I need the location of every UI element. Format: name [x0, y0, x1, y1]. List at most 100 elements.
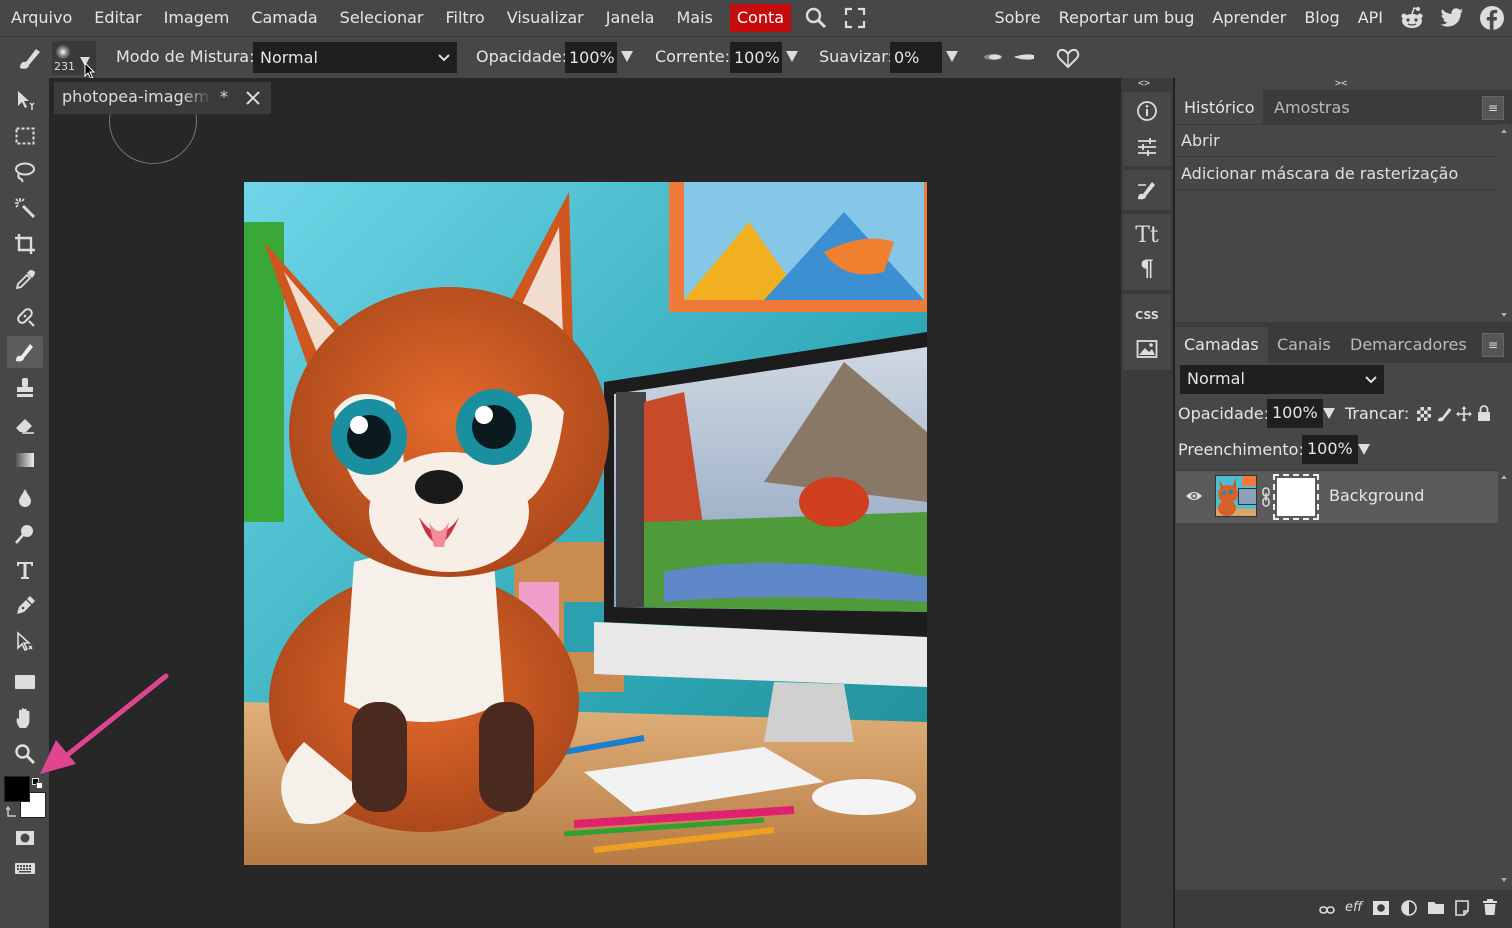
fill-dropdown-icon[interactable]: [1358, 444, 1370, 455]
paragraph-icon[interactable]: ¶: [1123, 252, 1171, 286]
healing-brush-tool-icon[interactable]: [7, 300, 43, 332]
flow-dropdown-icon[interactable]: [786, 51, 798, 62]
menu-reportar-bug[interactable]: Reportar um bug: [1050, 0, 1204, 36]
lock-position-icon[interactable]: [1456, 406, 1472, 426]
facebook-icon[interactable]: [1479, 5, 1505, 31]
magic-wand-tool-icon[interactable]: [7, 192, 43, 224]
document-tab[interactable]: photopea-imagem-e *: [54, 82, 271, 114]
blend-mode-select[interactable]: Normal: [253, 42, 457, 73]
css-icon[interactable]: CSS: [1123, 298, 1171, 332]
menu-janela[interactable]: Janela: [595, 0, 666, 36]
smooth-value: 0%: [894, 48, 920, 67]
new-group-icon[interactable]: [1427, 900, 1445, 919]
foreground-color-swatch[interactable]: [4, 776, 30, 802]
tab-camadas[interactable]: Camadas: [1175, 327, 1268, 363]
tab-amostras[interactable]: Amostras: [1265, 90, 1359, 126]
menu-imagem[interactable]: Imagem: [153, 0, 241, 36]
layers-panel-tabs: Camadas Canais Demarcadores ≡: [1175, 327, 1512, 363]
mask-link-icon[interactable]: [1261, 487, 1271, 511]
adjustment-layer-icon[interactable]: [1401, 900, 1417, 920]
pressure-size-icon[interactable]: [1012, 49, 1036, 69]
layer-thumbnail[interactable]: [1215, 475, 1257, 517]
adjustments-icon[interactable]: [1123, 130, 1171, 164]
clone-stamp-tool-icon[interactable]: [7, 372, 43, 404]
twitter-icon[interactable]: [1439, 5, 1465, 31]
fill-input[interactable]: 100%: [1302, 435, 1358, 464]
layer-name[interactable]: Background: [1329, 486, 1424, 505]
pen-tool-icon[interactable]: [7, 590, 43, 622]
layer-blend-value: Normal: [1187, 369, 1245, 388]
history-entry[interactable]: Abrir: [1176, 125, 1497, 157]
swap-colors-icon[interactable]: [5, 804, 18, 817]
icon-group-brush: [1123, 170, 1171, 210]
symmetry-heart-icon[interactable]: [1056, 46, 1080, 74]
menu-mais[interactable]: Mais: [665, 0, 723, 36]
smooth-input[interactable]: 0%: [890, 42, 942, 73]
layer-opacity-input[interactable]: 100%: [1267, 399, 1323, 428]
link-layers-icon[interactable]: [1319, 902, 1335, 920]
collapse-right-panel-icon[interactable]: ><: [1335, 78, 1347, 89]
marquee-tool-icon[interactable]: [7, 120, 43, 152]
brush-tool-icon[interactable]: [7, 336, 43, 368]
eye-icon[interactable]: [1185, 489, 1203, 507]
collapse-panels-icon[interactable]: <>: [1138, 78, 1150, 89]
layers-scrollbar[interactable]: [1498, 470, 1510, 888]
menu-filtro[interactable]: Filtro: [435, 0, 496, 36]
lock-transparency-icon[interactable]: [1417, 407, 1431, 425]
eyedropper-tool-icon[interactable]: [7, 264, 43, 296]
menu-editar[interactable]: Editar: [83, 0, 152, 36]
type-tool-icon[interactable]: [7, 554, 43, 586]
tab-demarcadores[interactable]: Demarcadores: [1341, 327, 1476, 363]
eraser-tool-icon[interactable]: [7, 408, 43, 440]
path-selection-tool-icon[interactable]: [7, 626, 43, 658]
layer-effects-icon[interactable]: eff: [1345, 900, 1362, 915]
reddit-icon[interactable]: [1399, 5, 1425, 31]
lock-all-icon[interactable]: [1477, 405, 1491, 426]
lasso-tool-icon[interactable]: [7, 156, 43, 188]
close-icon[interactable]: [245, 90, 261, 110]
dodge-tool-icon[interactable]: [7, 518, 43, 550]
menu-api[interactable]: API: [1349, 0, 1392, 36]
menu-camada[interactable]: Camada: [240, 0, 328, 36]
history-scrollbar[interactable]: [1498, 124, 1510, 322]
menu-aprender[interactable]: Aprender: [1203, 0, 1295, 36]
menu-blog[interactable]: Blog: [1295, 0, 1348, 36]
search-icon[interactable]: [805, 7, 827, 29]
canvas-image[interactable]: [244, 182, 927, 865]
layer-mask-thumbnail[interactable]: [1273, 474, 1319, 520]
delete-layer-icon[interactable]: [1482, 899, 1498, 920]
layers-panel-menu-icon[interactable]: ≡: [1482, 333, 1504, 357]
crop-tool-icon[interactable]: [7, 228, 43, 260]
layer-opacity-dropdown-icon[interactable]: [1323, 408, 1335, 419]
move-tool-icon[interactable]: [7, 84, 43, 116]
character-icon[interactable]: Tt: [1123, 218, 1171, 252]
tab-canais[interactable]: Canais: [1268, 327, 1340, 363]
smooth-dropdown-icon[interactable]: [946, 51, 958, 62]
opacity-dropdown-icon[interactable]: [621, 51, 633, 62]
account-button[interactable]: Conta: [729, 4, 792, 32]
add-mask-icon[interactable]: [1373, 901, 1389, 919]
new-layer-icon[interactable]: [1454, 900, 1470, 920]
menu-visualizar[interactable]: Visualizar: [496, 0, 595, 36]
menu-arquivo[interactable]: Arquivo: [0, 0, 83, 36]
menu-sobre[interactable]: Sobre: [985, 0, 1049, 36]
image-icon[interactable]: [1123, 332, 1171, 366]
history-panel-menu-icon[interactable]: ≡: [1482, 96, 1504, 120]
lock-pixels-icon[interactable]: [1437, 406, 1453, 426]
brush-settings-icon[interactable]: [1123, 173, 1171, 207]
lock-label: Trancar:: [1345, 404, 1410, 423]
layer-row[interactable]: Background: [1176, 471, 1498, 523]
fullscreen-icon[interactable]: [844, 7, 866, 29]
history-entry[interactable]: Adicionar máscara de rasterização: [1176, 158, 1497, 190]
quick-mask-icon[interactable]: [7, 822, 43, 854]
flow-input[interactable]: 100%: [730, 42, 782, 73]
menu-selecionar[interactable]: Selecionar: [329, 0, 435, 36]
blur-tool-icon[interactable]: [7, 482, 43, 514]
airbrush-icon[interactable]: [982, 49, 1004, 69]
layer-blend-select[interactable]: Normal: [1180, 365, 1384, 394]
opacity-input[interactable]: 100%: [565, 42, 617, 73]
keyboard-icon[interactable]: [7, 852, 43, 884]
gradient-tool-icon[interactable]: [7, 444, 43, 476]
tab-historico[interactable]: Histórico: [1175, 90, 1264, 126]
info-icon[interactable]: [1123, 94, 1171, 128]
